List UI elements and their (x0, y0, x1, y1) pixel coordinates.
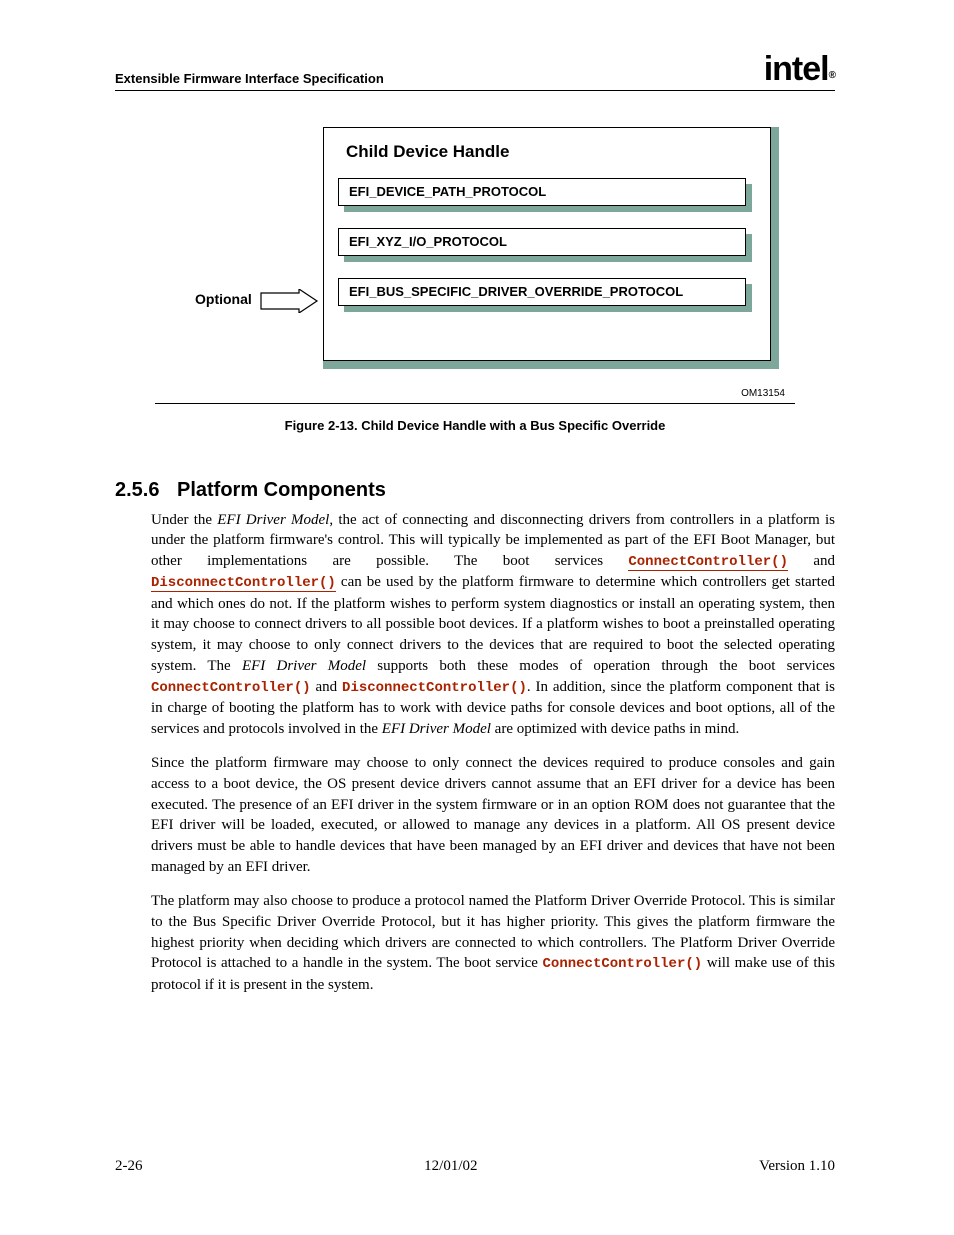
figure-2-13: Optional Child Device Handle EFI_DEVICE_… (155, 127, 795, 404)
page-header: Extensible Firmware Interface Specificat… (115, 58, 835, 91)
emphasis: EFI Driver Model (217, 512, 329, 528)
body-text: Under the EFI Driver Model, the act of c… (151, 510, 835, 996)
emphasis: EFI Driver Model (242, 658, 366, 674)
paragraph: Under the EFI Driver Model, the act of c… (151, 510, 835, 739)
code-link[interactable]: DisconnectController() (151, 575, 336, 592)
paragraph: Since the platform firmware may choose t… (151, 753, 835, 877)
protocol-box: EFI_XYZ_I/O_PROTOCOL (338, 228, 756, 260)
protocol-label: EFI_DEVICE_PATH_PROTOCOL (338, 178, 746, 206)
arrow-icon (259, 289, 319, 313)
protocol-label: EFI_BUS_SPECIFIC_DRIVER_OVERRIDE_PROTOCO… (338, 278, 746, 306)
om-code: OM13154 (741, 388, 785, 399)
emphasis: EFI Driver Model (382, 721, 491, 737)
doc-title: Extensible Firmware Interface Specificat… (115, 71, 384, 86)
protocol-box: EFI_DEVICE_PATH_PROTOCOL (338, 178, 756, 210)
protocol-box: EFI_BUS_SPECIFIC_DRIVER_OVERRIDE_PROTOCO… (338, 278, 756, 310)
intel-logo: intel® (764, 58, 835, 86)
section-heading: 2.5.6Platform Components (115, 479, 835, 502)
optional-label: Optional (195, 291, 252, 307)
figure-caption: Figure 2-13. Child Device Handle with a … (115, 418, 835, 433)
paragraph: The platform may also choose to produce … (151, 891, 835, 995)
page-footer: 2-26 12/01/02 Version 1.10 (115, 1158, 835, 1175)
section-title: Platform Components (177, 479, 386, 501)
code-text: DisconnectController() (342, 680, 527, 696)
page-number: 2-26 (115, 1158, 143, 1175)
panel-title: Child Device Handle (338, 128, 756, 172)
code-text: ConnectController() (151, 680, 311, 696)
version-label: Version 1.10 (759, 1158, 835, 1175)
code-link[interactable]: ConnectController() (628, 554, 788, 571)
protocol-label: EFI_XYZ_I/O_PROTOCOL (338, 228, 746, 256)
footer-date: 12/01/02 (424, 1158, 477, 1175)
panel-shadow: Child Device Handle EFI_DEVICE_PATH_PROT… (323, 127, 779, 369)
child-device-handle-panel: Child Device Handle EFI_DEVICE_PATH_PROT… (323, 127, 771, 361)
code-text: ConnectController() (543, 956, 703, 972)
section-number: 2.5.6 (115, 479, 177, 502)
